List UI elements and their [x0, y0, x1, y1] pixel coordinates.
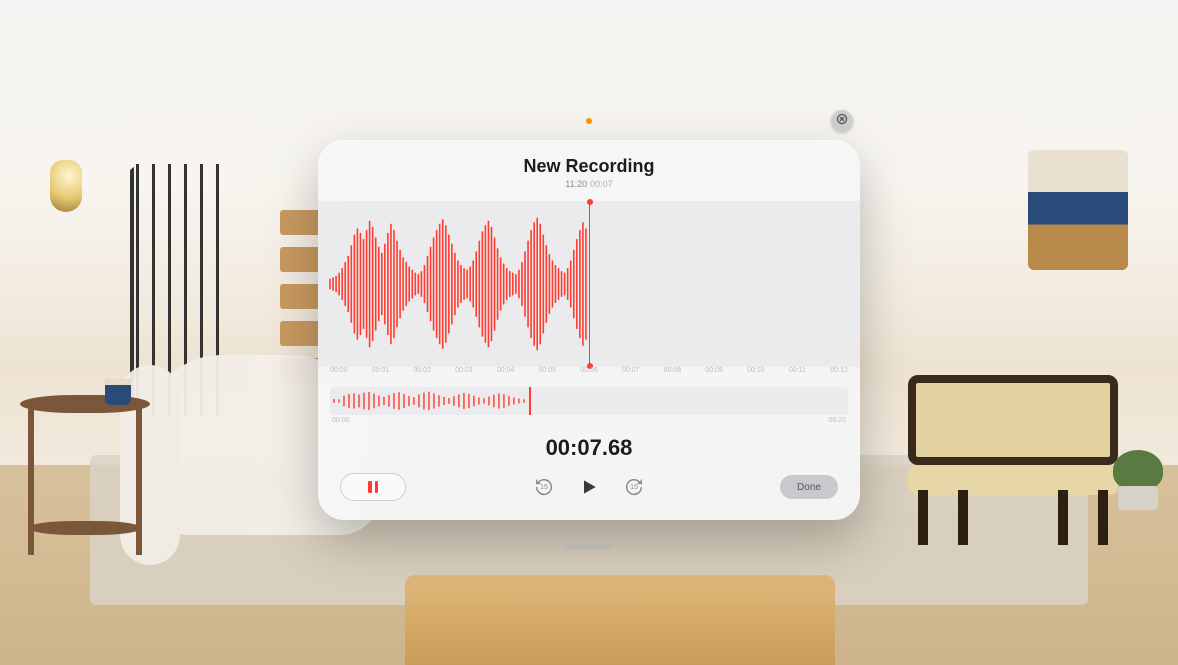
time-tick: 00:09: [705, 367, 723, 374]
skip-back-button[interactable]: 15: [533, 476, 555, 498]
done-button[interactable]: Done: [780, 475, 838, 499]
done-button-label: Done: [797, 482, 821, 493]
time-tick: 00:02: [413, 367, 431, 374]
skip-forward-seconds: 15: [623, 477, 645, 498]
recording-title[interactable]: New Recording: [318, 156, 860, 177]
time-tick: 00:12: [830, 367, 848, 374]
overview-end-label: 00:20: [828, 417, 846, 424]
play-icon: [579, 477, 599, 497]
time-tick: 00:03: [455, 367, 473, 374]
overview-cursor[interactable]: [529, 387, 532, 415]
skip-forward-button[interactable]: 15: [623, 476, 645, 498]
time-tick: 00:10: [747, 367, 765, 374]
time-tick: 00:11: [789, 367, 806, 374]
time-tick: 00:00: [330, 367, 348, 374]
waveform-overview[interactable]: [330, 387, 848, 415]
recording-timestamp: 11:20: [565, 179, 587, 189]
playback-controls: 15 15 Done: [318, 461, 860, 519]
time-tick: 00:04: [497, 367, 515, 374]
window-grabber[interactable]: [565, 544, 613, 549]
overview-start-label: 00:00: [332, 417, 350, 424]
time-tick: 00:08: [664, 367, 682, 374]
recording-meta: 11:2000:07: [318, 179, 860, 189]
time-tick: 00:01: [372, 367, 390, 374]
skip-back-seconds: 15: [533, 477, 555, 498]
time-tick: 00:07: [622, 367, 640, 374]
playhead[interactable]: [589, 201, 590, 367]
recording-duration-short: 00:07: [590, 179, 613, 189]
overview-time-labels: 00:00 00:20: [330, 417, 848, 427]
close-icon: [836, 112, 848, 130]
time-tick: 00:06: [580, 367, 598, 374]
time-tick: 00:05: [539, 367, 557, 374]
pause-recording-button[interactable]: [340, 473, 406, 501]
waveform-overview-canvas: [330, 387, 848, 415]
elapsed-time: 00:07.68: [318, 435, 860, 461]
play-button[interactable]: [579, 477, 599, 497]
pause-icon: [368, 481, 378, 493]
voice-memo-panel: New Recording 11:2000:07 00:0000:0100:02…: [318, 140, 860, 520]
panel-header: New Recording 11:2000:07: [318, 140, 860, 195]
waveform-main[interactable]: [318, 201, 860, 367]
recording-status-dot: [586, 118, 592, 124]
waveform-time-ruler: 00:00 00:01 00:02 00:03 00:04 00:05 00:06 00:07…: [318, 367, 860, 381]
close-window-button[interactable]: [831, 110, 853, 132]
